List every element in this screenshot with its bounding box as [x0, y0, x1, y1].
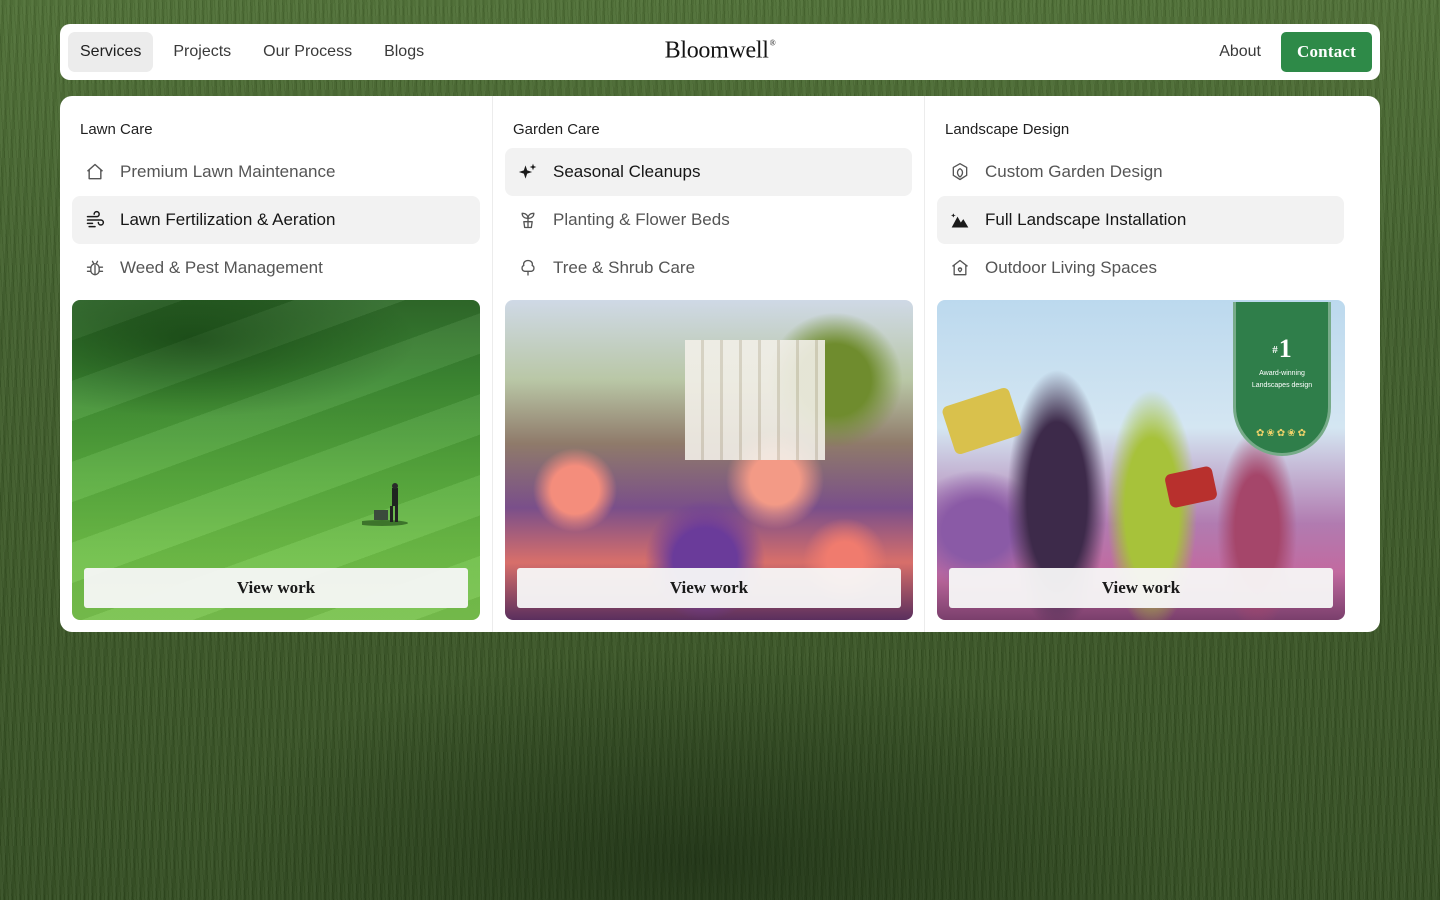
red-pot — [1163, 465, 1219, 509]
award-line-2: Landscapes design — [1251, 382, 1313, 389]
menu-item-custom-garden-design[interactable]: Custom Garden Design — [937, 148, 1344, 196]
column-title: Garden Care — [513, 121, 600, 138]
column-title: Landscape Design — [945, 121, 1070, 138]
house-backdrop — [685, 340, 825, 460]
nav-link-services[interactable]: Services — [68, 32, 154, 72]
menu-item-premium-lawn-maintenance[interactable]: Premium Lawn Maintenance — [72, 148, 480, 196]
menu-item-full-landscape-installation[interactable]: Full Landscape Installation — [937, 196, 1344, 244]
menu-item-label: Premium Lawn Maintenance — [120, 162, 336, 181]
menu-item-seasonal-cleanups[interactable]: Seasonal Cleanups — [505, 148, 912, 196]
menu-item-outdoor-living-spaces[interactable]: Outdoor Living Spaces — [937, 244, 1344, 292]
landscape-design-card[interactable]: #1 Award-winning Landscapes design ✿❀✿❀✿… — [937, 300, 1345, 620]
yellow-pot — [940, 386, 1024, 456]
column-title: Lawn Care — [80, 121, 153, 138]
hexagon-flower-icon — [949, 161, 971, 183]
brand-logo[interactable]: Bloomwell® — [665, 37, 776, 64]
lawn-care-card[interactable]: View work — [72, 300, 480, 620]
home-outline-icon — [949, 257, 971, 279]
nav-links: Services Projects Our Process Blogs — [68, 32, 444, 72]
nav-link-our-process[interactable]: Our Process — [251, 32, 364, 72]
award-hash: # — [1272, 344, 1278, 356]
menu-item-label: Weed & Pest Management — [120, 258, 323, 277]
award-line-1: Award-winning — [1259, 370, 1305, 377]
award-text: Award-winning Landscapes design — [1252, 368, 1312, 392]
garden-care-card[interactable]: View work — [505, 300, 913, 620]
award-badge: #1 Award-winning Landscapes design ✿❀✿❀✿ — [1233, 302, 1331, 456]
menu-item-label: Seasonal Cleanups — [553, 162, 701, 181]
menu-column-lawn-care: Lawn Care Premium Lawn Maintenance Lawn … — [60, 96, 492, 632]
menu-item-list: Seasonal Cleanups Planting & Flower Beds… — [505, 148, 912, 292]
menu-item-weed-pest-management[interactable]: Weed & Pest Management — [72, 244, 480, 292]
menu-column-landscape-design: Landscape Design Custom Garden Design Fu… — [924, 96, 1380, 632]
house-icon — [84, 161, 106, 183]
award-number: #1 — [1272, 334, 1292, 364]
brand-logo-text: Bloomwell — [664, 37, 769, 64]
view-work-button[interactable]: View work — [84, 568, 468, 608]
lawn-shadow — [72, 300, 480, 476]
tree-icon — [517, 257, 539, 279]
brand-logo-mark: ® — [769, 38, 776, 48]
menu-item-lawn-fertilization-aeration[interactable]: Lawn Fertilization & Aeration — [72, 196, 480, 244]
nav-link-about[interactable]: About — [1219, 43, 1261, 61]
menu-item-planting-flower-beds[interactable]: Planting & Flower Beds — [505, 196, 912, 244]
mountain-icon — [949, 209, 971, 231]
bug-icon — [84, 257, 106, 279]
view-work-button[interactable]: View work — [949, 568, 1333, 608]
wind-icon — [84, 209, 106, 231]
mower-figure-icon — [362, 483, 408, 526]
menu-item-label: Outdoor Living Spaces — [985, 258, 1157, 277]
nav-link-projects[interactable]: Projects — [161, 32, 243, 72]
menu-item-label: Full Landscape Installation — [985, 210, 1187, 229]
menu-item-label: Custom Garden Design — [985, 162, 1163, 181]
menu-item-list: Custom Garden Design Full Landscape Inst… — [937, 148, 1344, 292]
nav-right: About Contact — [1219, 32, 1372, 72]
flower-wreath-icon: ✿❀✿❀✿ — [1256, 428, 1308, 439]
services-mega-menu: Lawn Care Premium Lawn Maintenance Lawn … — [60, 96, 1380, 632]
top-nav: Services Projects Our Process Blogs Bloo… — [60, 24, 1380, 80]
contact-button[interactable]: Contact — [1281, 32, 1372, 72]
view-work-button[interactable]: View work — [517, 568, 901, 608]
sprout-icon — [517, 209, 539, 231]
menu-item-label: Tree & Shrub Care — [553, 258, 696, 277]
menu-column-garden-care: Garden Care Seasonal Cleanups Planting &… — [492, 96, 924, 632]
menu-item-label: Planting & Flower Beds — [553, 210, 730, 229]
menu-item-label: Lawn Fertilization & Aeration — [120, 210, 336, 229]
sparkles-icon — [517, 161, 539, 183]
menu-item-list: Premium Lawn Maintenance Lawn Fertilizat… — [72, 148, 480, 292]
award-number-value: 1 — [1278, 334, 1292, 363]
menu-item-tree-shrub-care[interactable]: Tree & Shrub Care — [505, 244, 912, 292]
nav-link-blogs[interactable]: Blogs — [372, 32, 436, 72]
